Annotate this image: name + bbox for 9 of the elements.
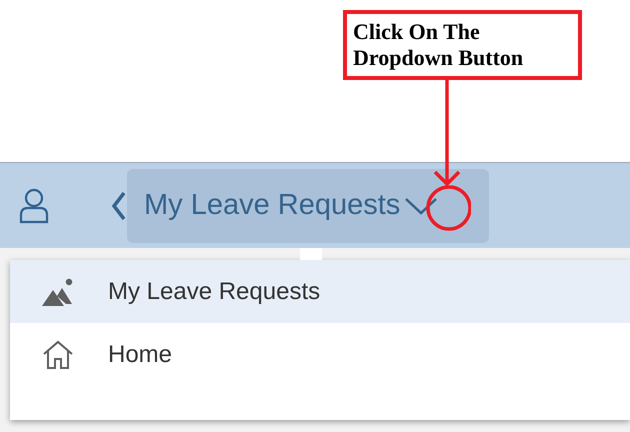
menu-pointer	[300, 248, 322, 260]
back-icon[interactable]	[111, 190, 127, 220]
menu-item[interactable]: Home	[10, 323, 630, 420]
annotation-box: Click On The Dropdown Button	[343, 10, 582, 80]
menu-item[interactable]: My Leave Requests	[10, 260, 630, 323]
chevron-down-icon	[404, 196, 438, 216]
mountains-icon	[42, 278, 74, 306]
home-icon	[42, 340, 74, 370]
user-icon[interactable]	[19, 188, 49, 224]
